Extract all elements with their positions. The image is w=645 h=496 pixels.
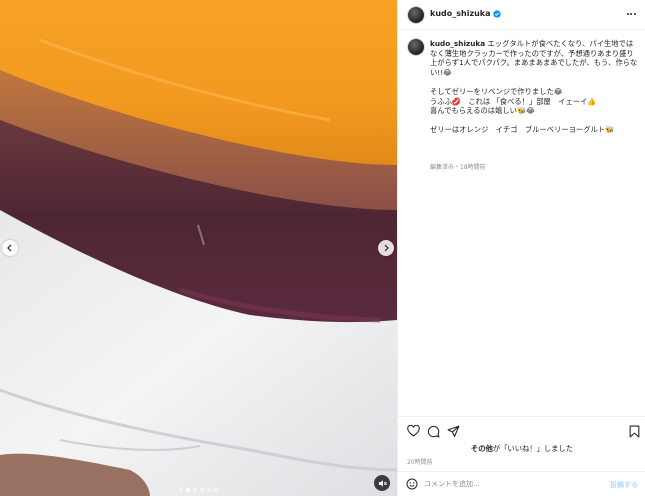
save-button[interactable] (627, 424, 641, 438)
slide-dot (186, 488, 190, 492)
chevron-left-icon (7, 244, 12, 252)
previous-slide-button[interactable] (2, 240, 18, 256)
slide-dot (193, 488, 197, 492)
slide-dot (214, 488, 218, 492)
caption-line: 喜んでもらえるのは嬉しい🐝😂 (430, 106, 535, 116)
likes-summary: その他が「いいね！」しました (398, 444, 645, 454)
slide-dot (179, 488, 183, 492)
caption-text: kudo_shizuka エッグタルトが食べたくなり、パイ生地ではなく薄生地クラ… (430, 39, 638, 135)
more-options-button[interactable] (624, 8, 638, 20)
mute-button[interactable] (374, 475, 390, 491)
avatar[interactable] (407, 38, 425, 56)
slide-dot (200, 488, 204, 492)
slide-indicator (0, 488, 397, 492)
comment-icon (427, 425, 439, 437)
verified-badge-icon (492, 9, 501, 18)
share-button[interactable] (446, 424, 460, 438)
avatar[interactable] (407, 6, 425, 24)
caption-block: kudo_shizuka エッグタルトが食べたくなり、パイ生地ではなく薄生地クラ… (398, 34, 645, 414)
slide-dot (207, 488, 211, 492)
heart-icon (406, 425, 420, 437)
likes-by-user[interactable]: その他 (471, 444, 493, 453)
more-dot (630, 13, 632, 15)
action-bar (398, 416, 645, 442)
post-media[interactable] (0, 0, 397, 496)
more-dot (633, 13, 636, 15)
comment-button[interactable] (426, 424, 440, 438)
comment-box: 投稿する (398, 471, 645, 496)
likes-suffix: が「いいね！」しました (492, 444, 574, 453)
caption-line: kudo_shizuka エッグタルトが食べたくなり、パイ生地ではなく薄生地クラ… (430, 39, 638, 77)
like-button[interactable] (406, 424, 420, 438)
caption-line: ゼリーはオレンジ イチゴ ブルーベリーヨーグルト🐝 (430, 125, 615, 135)
caption-line: うふふ💋 これは 「食べる！」部屋 イェーイ👍 (430, 96, 597, 106)
caption-username[interactable]: kudo_shizuka (430, 39, 485, 48)
more-horizontal-icon (626, 13, 629, 15)
emoji-smile-icon[interactable] (406, 478, 418, 490)
comment-input[interactable] (424, 477, 594, 491)
post-side-panel: kudo_shizuka kudo_shizuka エッグタルトが食べたくなり、… (397, 0, 645, 496)
post-header: kudo_shizuka (398, 0, 645, 30)
instagram-post-view: kudo_shizuka kudo_shizuka エッグタルトが食べたくなり、… (0, 0, 645, 496)
chevron-right-icon (384, 244, 389, 252)
bookmark-icon (629, 425, 639, 437)
next-slide-button[interactable] (378, 240, 394, 256)
username-link[interactable]: kudo_shizuka (430, 9, 501, 18)
post-timestamp[interactable]: 20時間前 (407, 457, 433, 466)
speaker-muted-icon (378, 479, 387, 487)
caption-line: そしてゼリーをリベンジで作りました😂 (430, 86, 563, 96)
post-comment-button[interactable]: 投稿する (610, 480, 638, 490)
caption-edited-time: 編集済み・18時間前 (430, 164, 486, 171)
send-icon (447, 425, 459, 437)
dessert-photo (0, 0, 397, 496)
username-text[interactable]: kudo_shizuka (430, 9, 491, 18)
